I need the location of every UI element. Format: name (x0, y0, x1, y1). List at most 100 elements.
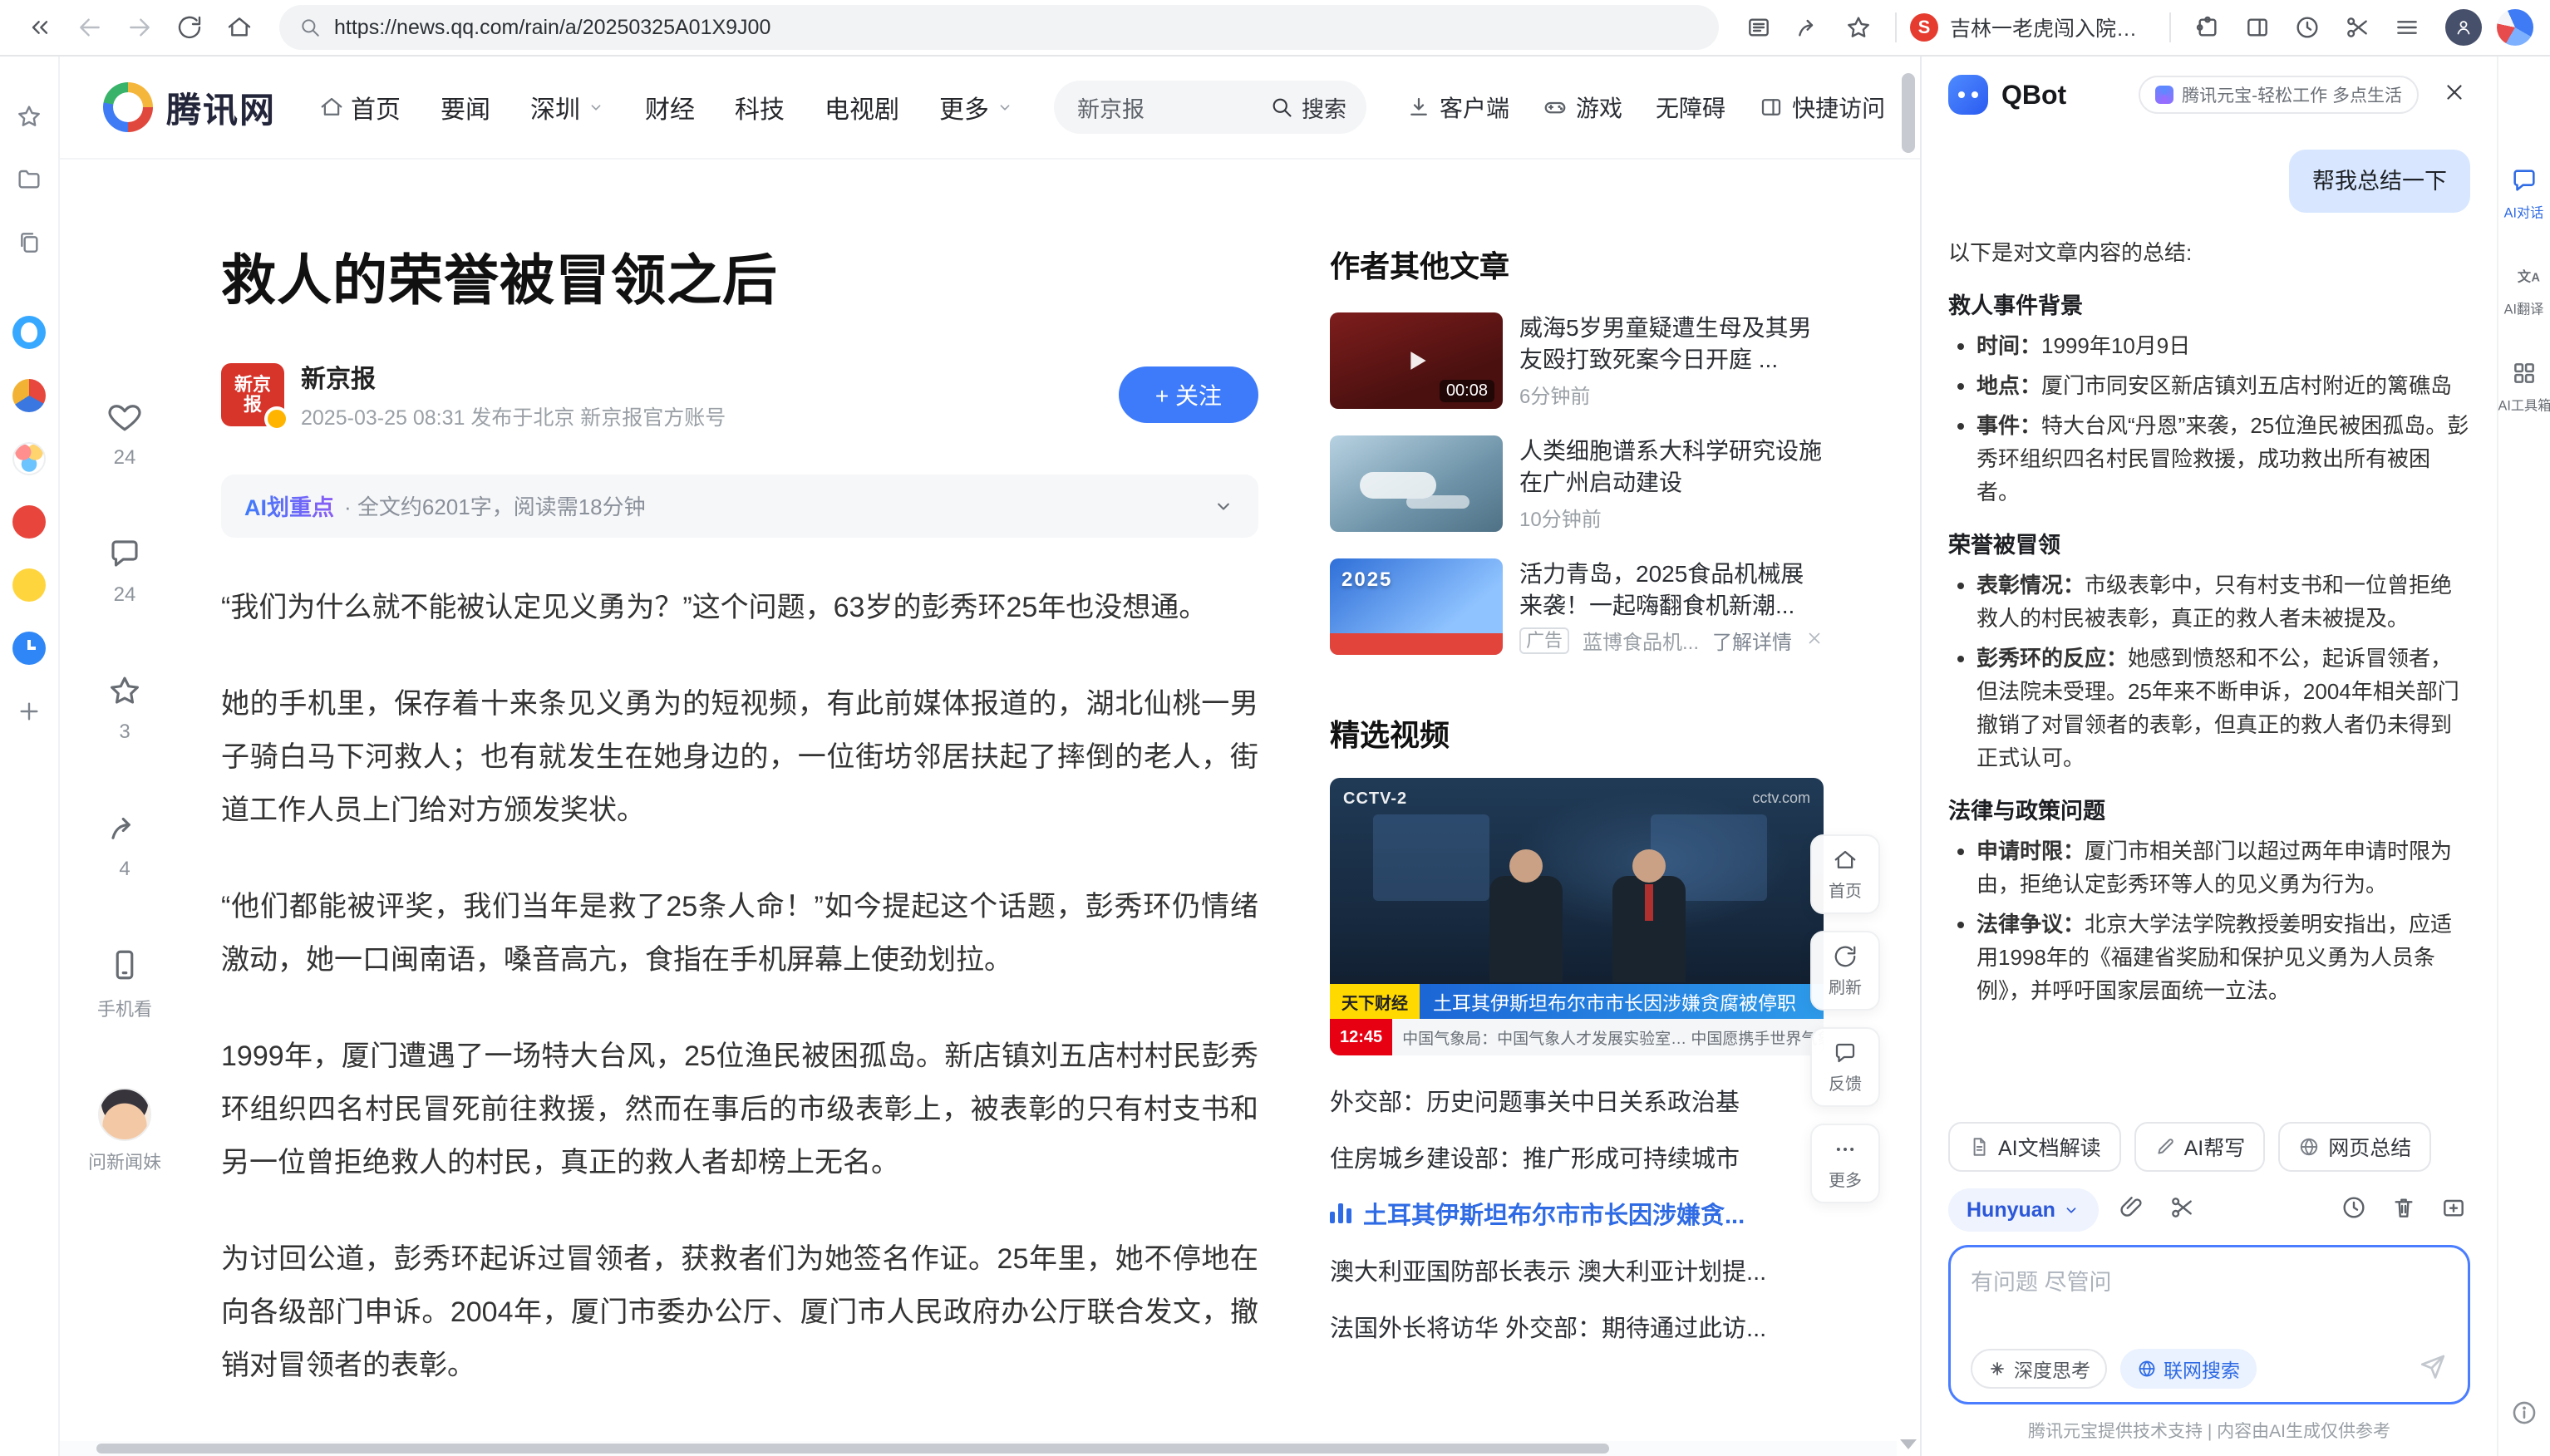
news-search-input[interactable]: 新京报 (1077, 91, 1257, 124)
add-app-button[interactable] (6, 688, 52, 735)
account-avatar[interactable] (2445, 9, 2482, 46)
video-list-item[interactable]: 住房城乡建设部：推广形成可持续城市 (1330, 1129, 1824, 1185)
scroll-down-arrow[interactable] (1900, 1439, 1917, 1449)
history-button[interactable] (2284, 4, 2331, 51)
rail-ai-toolbox[interactable]: AI工具箱 (2495, 359, 2550, 416)
comment-count: 24 (114, 583, 136, 607)
nav-top-news[interactable]: 要闻 (441, 89, 490, 125)
back-to-home-button[interactable]: 首页 (1810, 834, 1880, 914)
reader-mode-button[interactable] (1735, 4, 1782, 51)
nav-tech[interactable]: 科技 (735, 89, 785, 125)
feedback-button[interactable]: 反馈 (1810, 1027, 1880, 1107)
favorite-button[interactable] (107, 673, 142, 714)
trash-icon (2390, 1194, 2417, 1221)
send-button[interactable] (2418, 1351, 2448, 1387)
snip-button[interactable] (2165, 1191, 2198, 1230)
app-shortcut-1[interactable] (6, 372, 52, 419)
favorites-button[interactable] (6, 93, 52, 140)
web-search-toggle[interactable]: 联网搜索 (2120, 1349, 2257, 1389)
url-input[interactable] (334, 16, 1699, 40)
accessibility-link[interactable]: 无障碍 (1656, 91, 1725, 124)
client-link[interactable]: 客户端 (1406, 91, 1509, 124)
ai-summary-bar[interactable]: AI划重点 · 全文约6201字，阅读需18分钟 (221, 475, 1258, 538)
bookmark-page-button[interactable] (1835, 4, 1882, 51)
video-list-item[interactable]: 外交部：历史问题事关中日关系政治基 (1330, 1072, 1824, 1129)
page-summary-button[interactable]: 网页总结 (2278, 1122, 2431, 1172)
author-avatar[interactable]: 新京报 (221, 363, 284, 426)
mobile-view-button[interactable] (107, 947, 142, 988)
qbot-input[interactable] (1971, 1264, 2448, 1349)
video-player[interactable]: CCTV-2 cctv.com 天下财经 土耳其伊斯坦布尔市市长因涉嫌贪腐被停职… (1330, 778, 1824, 1055)
assistant-avatar[interactable] (98, 1088, 151, 1141)
forward-button[interactable] (116, 4, 163, 51)
ai-write-button[interactable]: AI帮写 (2134, 1122, 2266, 1172)
news-search[interactable]: 新京报 搜索 (1054, 81, 1366, 134)
qbot-title: QBot (2001, 80, 2066, 111)
quick-access-link[interactable]: 快捷访问 (1759, 91, 1885, 124)
address-bar[interactable] (279, 5, 1719, 50)
new-chat-button[interactable] (2437, 1191, 2470, 1230)
extensions-button[interactable] (2184, 4, 2231, 51)
home-button[interactable] (216, 4, 263, 51)
downloads-button[interactable] (6, 156, 52, 203)
games-link[interactable]: 游戏 (1543, 91, 1622, 124)
chat-history-button[interactable] (2337, 1191, 2370, 1230)
video-list-item[interactable]: 法国外长将访华 外交部：期待通过此访... (1330, 1298, 1824, 1355)
screenshot-button[interactable] (2334, 4, 2380, 51)
nav-shenzhen[interactable]: 深圳 (530, 89, 605, 125)
ad-cta-link[interactable]: 了解详情 (1712, 626, 1792, 655)
tencent-logo[interactable]: 腾讯网 (103, 82, 276, 133)
comment-button[interactable] (107, 536, 142, 577)
back-button[interactable] (66, 4, 113, 51)
refresh-page-button[interactable]: 刷新 (1810, 931, 1880, 1011)
nav-finance[interactable]: 财经 (645, 89, 695, 125)
menu-button[interactable] (2384, 4, 2430, 51)
clear-chat-button[interactable] (2387, 1191, 2420, 1230)
hot-search-widget[interactable]: S 吉林一老虎闯入院内咬… (1910, 12, 2156, 42)
video-list-item[interactable]: 澳大利亚国防部长表示 澳大利亚计划提... (1330, 1242, 1824, 1298)
nav-home[interactable]: 首页 (319, 89, 401, 125)
attach-file-button[interactable] (2115, 1191, 2149, 1230)
rail-ai-chat[interactable]: AI对话 (2502, 166, 2546, 223)
close-qbot-button[interactable] (2439, 76, 2470, 114)
app-shortcut-4[interactable] (6, 562, 52, 608)
clipboard-button[interactable] (6, 219, 52, 266)
follow-button[interactable]: + 关注 (1119, 366, 1258, 423)
scrollbar-thumb[interactable] (96, 1444, 1609, 1454)
more-tools-button[interactable]: 更多 (1810, 1124, 1880, 1203)
nav-tv-drama[interactable]: 电视剧 (825, 89, 899, 125)
like-button[interactable] (107, 399, 142, 440)
app-shortcut-5[interactable] (6, 625, 52, 671)
news-search-button[interactable]: 搜索 (1270, 91, 1346, 124)
ai-doc-read-button[interactable]: AI文档解读 (1948, 1122, 2121, 1172)
nav-more[interactable]: 更多 (939, 89, 1014, 125)
article-paragraph: 为讨回公道，彭秀环起诉过冒领者，获救者们为她签名作证。25年里，她不停地在向各级… (221, 1232, 1258, 1392)
author-name[interactable]: 新京报 (301, 358, 1119, 395)
app-shortcut-2[interactable] (6, 435, 52, 482)
qbot-input-box[interactable]: 深度思考 联网搜索 (1948, 1245, 2470, 1404)
qq-app-button[interactable] (6, 309, 52, 356)
share-page-button[interactable] (1785, 4, 1832, 51)
vertical-scrollbar[interactable] (1902, 63, 1915, 1429)
yuanbao-promo-pill[interactable]: 腾讯元宝-轻松工作 多点生活 (2139, 76, 2419, 114)
share-count: 4 (119, 858, 130, 881)
sidebar-collapse-button[interactable] (17, 4, 63, 51)
profile-avatar[interactable] (2497, 9, 2533, 46)
close-ad-button[interactable] (1805, 627, 1824, 653)
related-article[interactable]: 00:08 威海5岁男童疑遭生母及其男友殴打致死案今日开庭 ... 6分钟前 (1330, 312, 1824, 409)
horizontal-scrollbar[interactable] (60, 1441, 1897, 1456)
related-ad[interactable]: 2025 活力青岛，2025食品机械展来袭！一起嗨翻食机新潮... 广告 蓝博食… (1330, 558, 1824, 655)
info-button[interactable] (2510, 1399, 2538, 1433)
split-view-button[interactable] (2234, 4, 2281, 51)
related-article[interactable]: 人类细胞谱系大科学研究设施在广州启动建设 10分钟前 (1330, 435, 1824, 532)
reload-button[interactable] (166, 4, 213, 51)
model-selector[interactable]: Hunyuan (1948, 1188, 2099, 1232)
app-shortcut-3[interactable] (6, 499, 52, 545)
rail-ai-translate[interactable]: 文A AI翻译 (2502, 263, 2546, 319)
video-list-item-active[interactable]: 土耳其伊斯坦布尔市市长因涉嫌贪... (1330, 1185, 1824, 1242)
search-icon (299, 17, 321, 38)
scrollbar-thumb[interactable] (1902, 73, 1915, 153)
share-button[interactable] (107, 810, 142, 851)
deep-think-toggle[interactable]: 深度思考 (1971, 1349, 2107, 1389)
translate-icon: 文A (2518, 264, 2531, 290)
